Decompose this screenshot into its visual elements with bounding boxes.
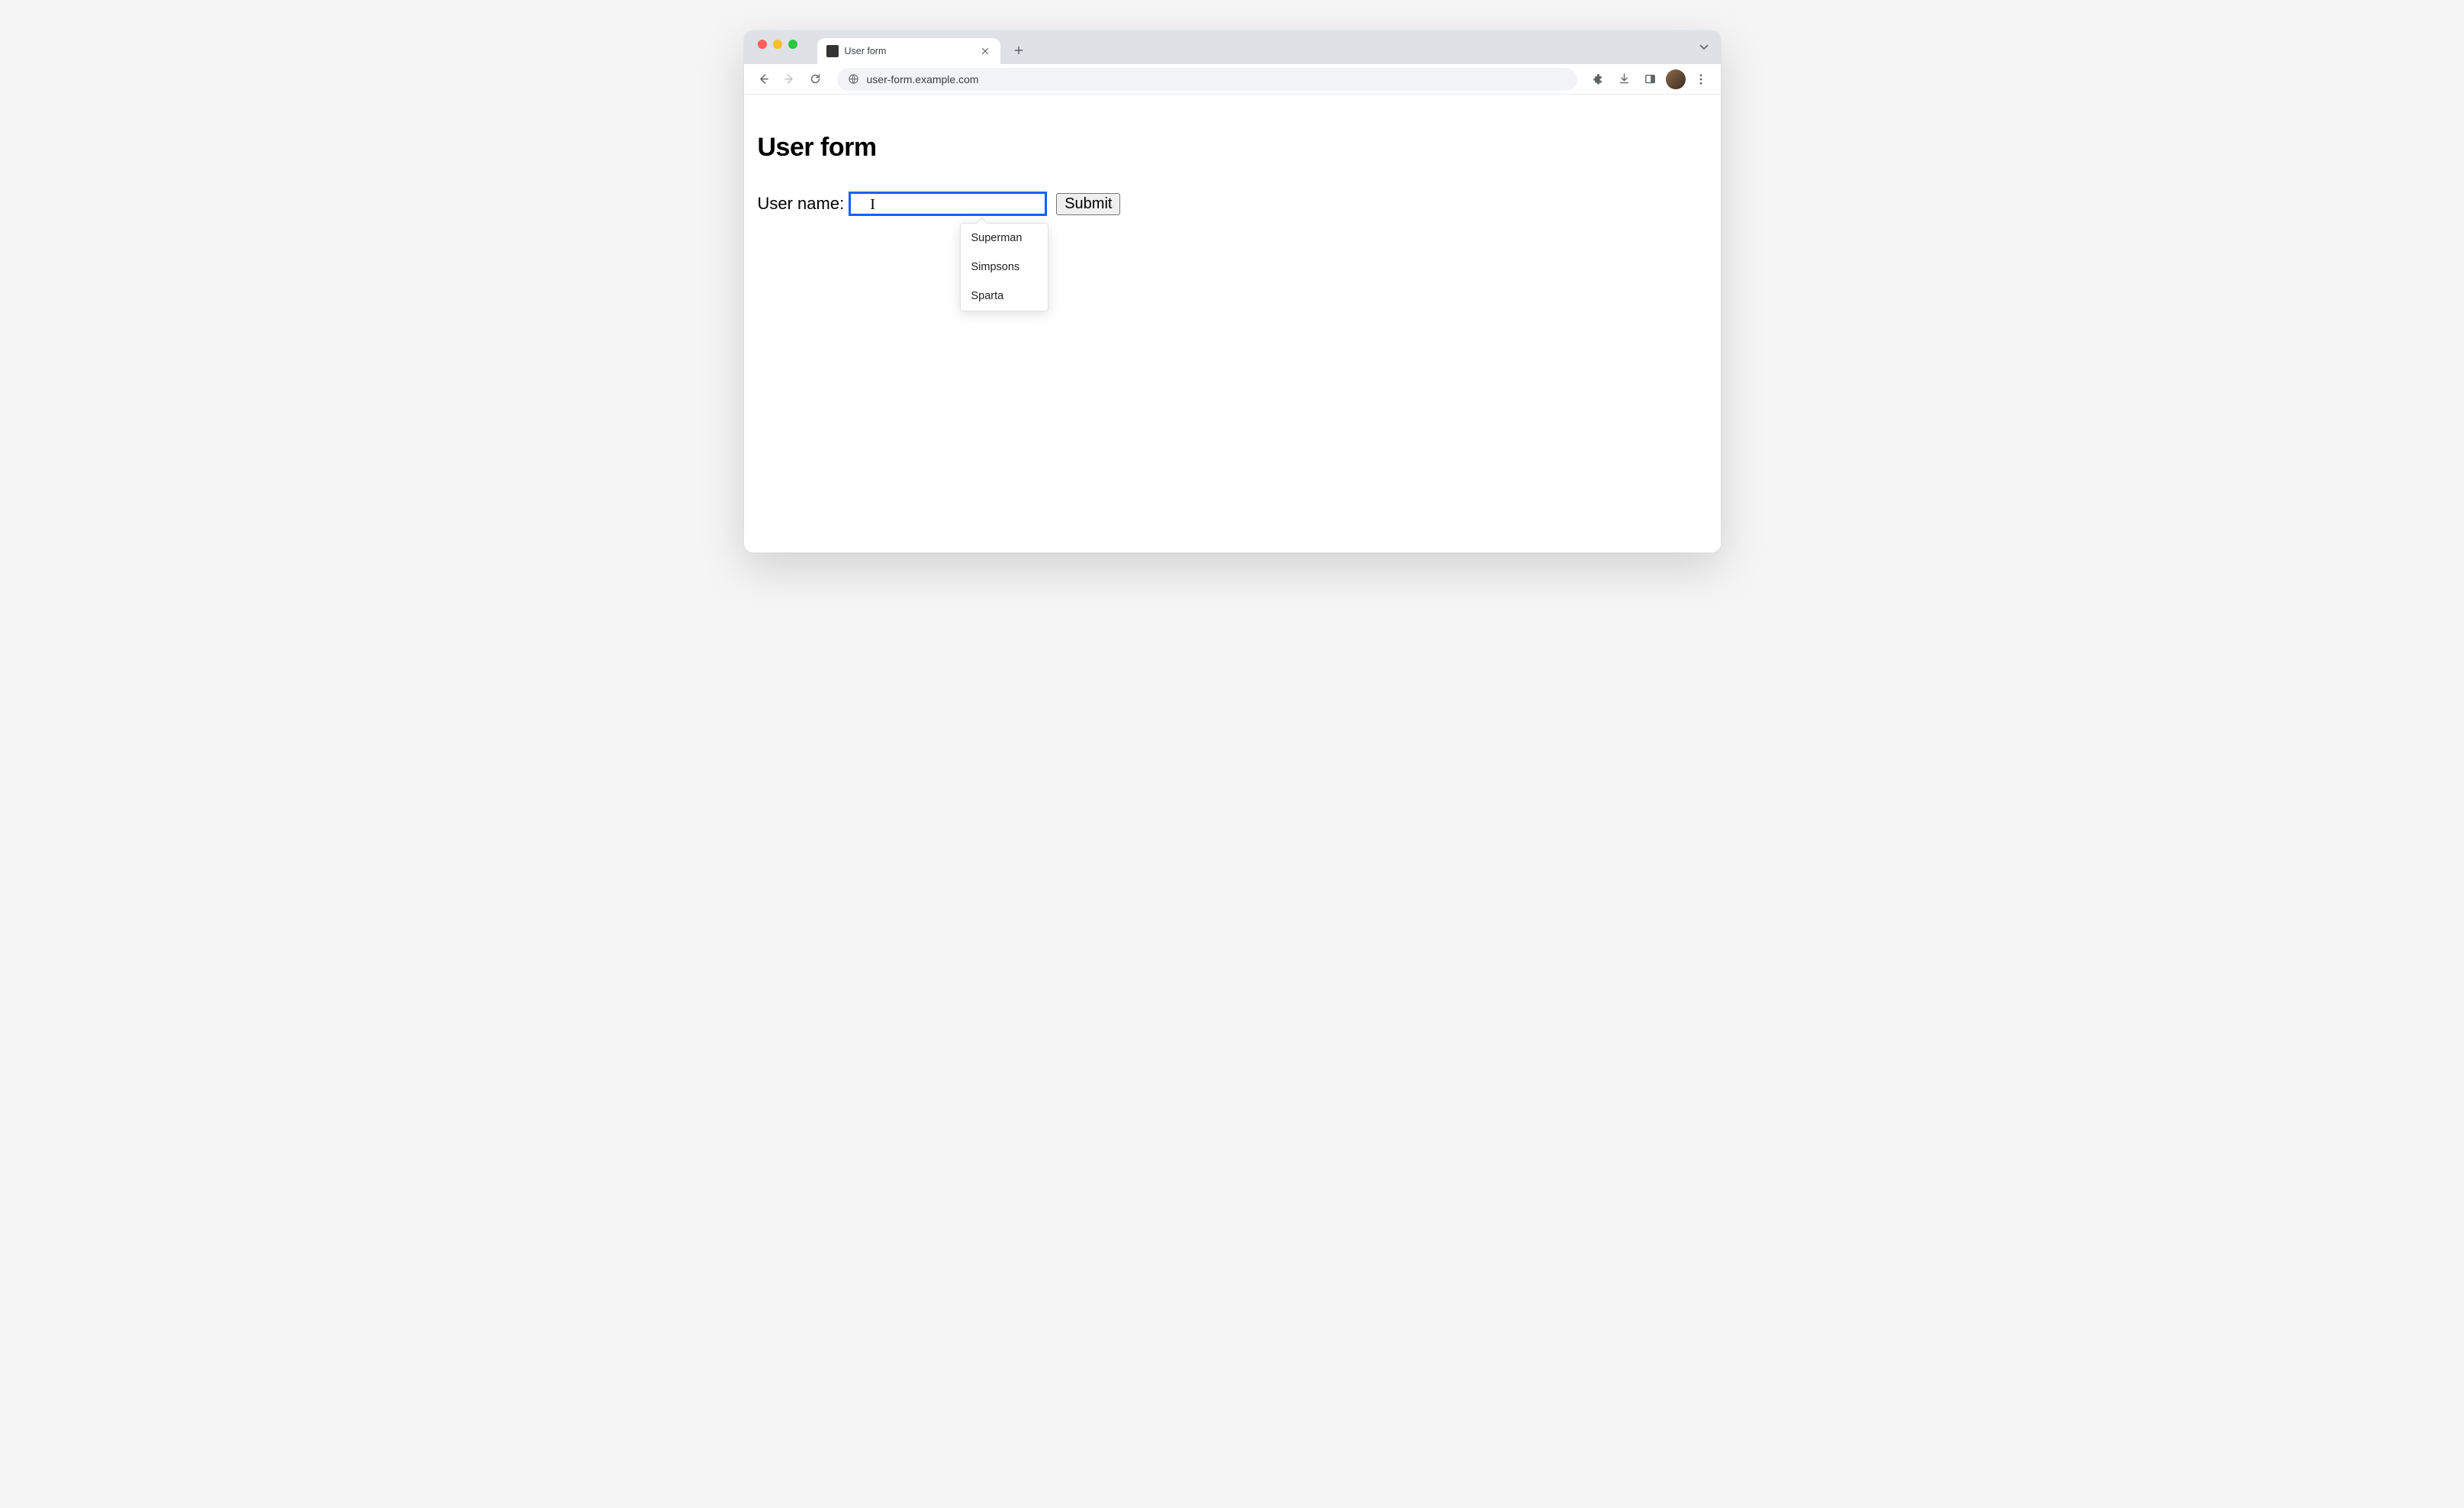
browser-toolbar: user-form.example.com: [744, 64, 1721, 95]
site-info-icon[interactable]: [848, 73, 859, 85]
browser-menu-button[interactable]: [1690, 72, 1712, 86]
tabs-dropdown-button[interactable]: [1698, 40, 1710, 55]
autocomplete-dropdown: Superman Simpsons Sparta: [960, 223, 1048, 311]
tab-favicon: [826, 45, 839, 57]
username-input[interactable]: [849, 192, 1047, 216]
side-panel-button[interactable]: [1640, 69, 1661, 90]
browser-window: User form user-form.exam: [744, 31, 1721, 553]
tab-title: User form: [845, 46, 973, 56]
submit-button[interactable]: Submit: [1056, 193, 1120, 215]
profile-avatar-button[interactable]: [1666, 69, 1686, 89]
window-controls: [753, 31, 804, 64]
new-tab-button[interactable]: [1008, 40, 1029, 61]
downloads-button[interactable]: [1614, 69, 1635, 90]
reload-button[interactable]: [805, 69, 826, 90]
url-text: user-form.example.com: [867, 73, 979, 85]
user-form: User name: I Submit: [758, 192, 1707, 216]
browser-tab[interactable]: User form: [817, 38, 1000, 64]
tab-bar: User form: [744, 31, 1721, 64]
window-close-button[interactable]: [758, 40, 767, 49]
address-bar[interactable]: user-form.example.com: [837, 68, 1577, 91]
autocomplete-option[interactable]: Sparta: [961, 282, 1048, 311]
back-button[interactable]: [753, 69, 775, 90]
page-heading: User form: [758, 133, 1707, 163]
window-maximize-button[interactable]: [788, 40, 797, 49]
autocomplete-option[interactable]: Simpsons: [961, 253, 1048, 282]
extensions-button[interactable]: [1588, 69, 1609, 90]
page-content: User form User name: I Submit Superman S…: [744, 95, 1721, 553]
tab-close-button[interactable]: [979, 45, 991, 57]
autocomplete-option[interactable]: Superman: [961, 224, 1048, 253]
username-label: User name:: [758, 194, 845, 214]
window-minimize-button[interactable]: [773, 40, 782, 49]
forward-button[interactable]: [779, 69, 800, 90]
